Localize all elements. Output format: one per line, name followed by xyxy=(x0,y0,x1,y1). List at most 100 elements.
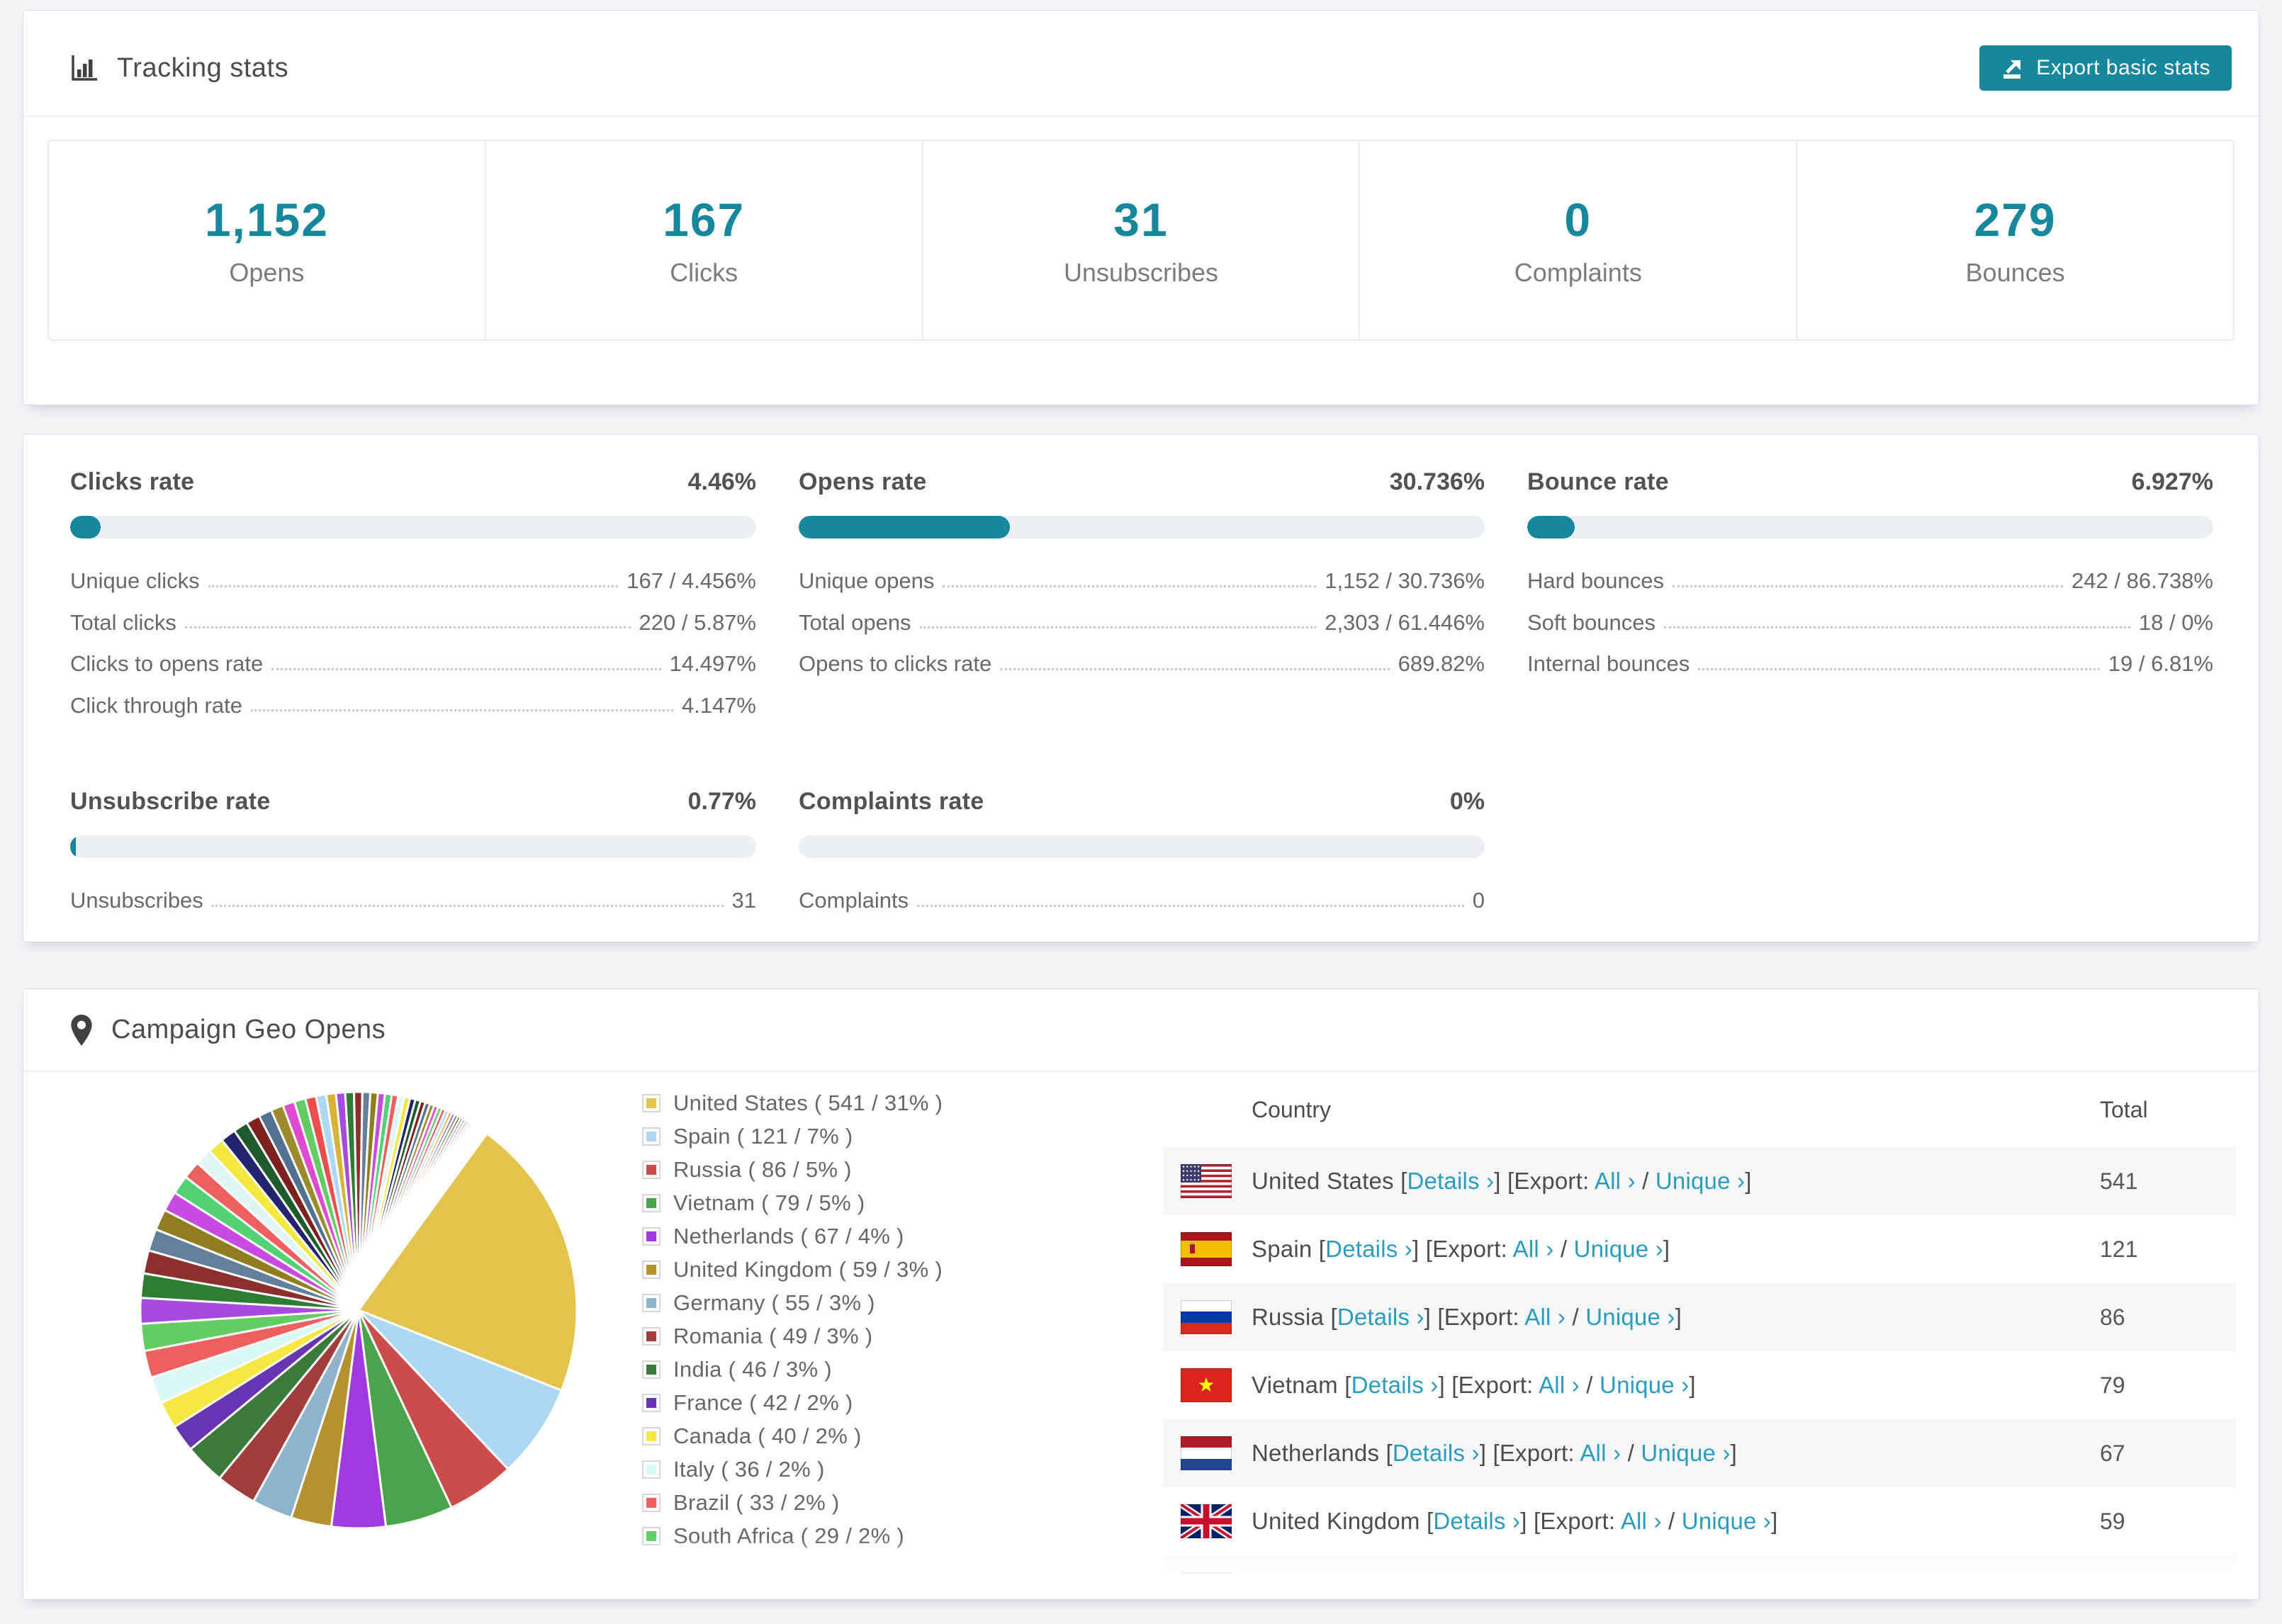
metric-label: Total clicks xyxy=(70,609,176,635)
rate-title: Bounce rate xyxy=(1527,468,1669,495)
legend-label: Romania ( 49 / 3% ) xyxy=(673,1324,873,1348)
metric-value: 4.147% xyxy=(681,692,756,718)
legend-item[interactable]: South Africa ( 29 / 2% ) xyxy=(642,1523,943,1549)
legend-item[interactable]: Russia ( 86 / 5% ) xyxy=(642,1157,943,1183)
geo-table-row: Netherlands [Details ›] [Export: All › /… xyxy=(1163,1419,2236,1487)
legend-item[interactable]: Germany ( 55 / 3% ) xyxy=(642,1290,943,1316)
metric-label: Opens to clicks rate xyxy=(799,651,992,677)
rate-title: Opens rate xyxy=(799,468,927,495)
progress-bar xyxy=(70,516,756,538)
legend-item[interactable]: Italy ( 36 / 2% ) xyxy=(642,1457,943,1482)
country-total: 541 xyxy=(2100,1168,2138,1194)
progress-bar xyxy=(70,835,756,859)
export-unique-link[interactable]: Unique › xyxy=(1600,1372,1689,1398)
metric-value: 689.82% xyxy=(1398,651,1485,677)
metric-value: 167 / 4.456% xyxy=(626,568,756,593)
country-total: 67 xyxy=(2100,1440,2125,1466)
export-all-link[interactable]: All › xyxy=(1549,1576,1590,1599)
legend-swatch xyxy=(642,1294,661,1312)
legend-swatch xyxy=(642,1527,661,1545)
legend-item[interactable]: France ( 42 / 2% ) xyxy=(642,1390,943,1416)
legend-item[interactable]: United States ( 541 / 31% ) xyxy=(642,1090,943,1116)
bar-chart-icon xyxy=(70,54,99,82)
geo-table-row: United States [Details ›] [Export: All ›… xyxy=(1163,1147,2236,1215)
legend-swatch xyxy=(642,1127,661,1146)
legend-label: United Kingdom ( 59 / 3% ) xyxy=(673,1257,943,1282)
rate-title: Unsubscribe rate xyxy=(70,788,271,816)
legend-swatch xyxy=(642,1327,661,1346)
map-pin-icon xyxy=(70,1014,93,1046)
flag-us-icon xyxy=(1181,1164,1232,1198)
country-name: United Kingdom xyxy=(1252,1508,1420,1534)
legend-swatch xyxy=(642,1094,661,1112)
flag-es-icon xyxy=(1181,1232,1232,1266)
rate-block-opens: Opens rate 30.736% Unique opens 1,152 / 3… xyxy=(799,468,1485,735)
export-basic-stats-button[interactable]: Export basic stats xyxy=(1979,45,2232,91)
tracking-stats-card: Tracking stats Export basic stats 1,152 … xyxy=(23,10,2259,405)
export-unique-link[interactable]: Unique › xyxy=(1574,1236,1663,1262)
stat-value: 279 xyxy=(1974,193,2057,246)
geo-title: Campaign Geo Opens xyxy=(111,1015,386,1044)
legend-item[interactable]: Netherlands ( 67 / 4% ) xyxy=(642,1224,943,1249)
export-all-link[interactable]: All › xyxy=(1524,1304,1566,1330)
geo-table-row: Spain [Details ›] [Export: All › / Uniqu… xyxy=(1163,1215,2236,1283)
progress-bar xyxy=(799,835,1485,859)
rate-block-bounce: Bounce rate 6.927% Hard bounces 242 / 86.… xyxy=(1527,468,2213,735)
metric-label: Complaints xyxy=(799,888,909,913)
legend-item[interactable]: Brazil ( 33 / 2% ) xyxy=(642,1490,943,1516)
metric-value: 14.497% xyxy=(669,651,756,677)
legend-item[interactable]: Spain ( 121 / 7% ) xyxy=(642,1124,943,1149)
metric-value: 242 / 86.738% xyxy=(2072,568,2213,593)
flag-de-icon xyxy=(1181,1572,1232,1599)
rate-value: 30.736% xyxy=(1389,468,1485,495)
country-name: United States xyxy=(1252,1168,1394,1194)
export-all-link[interactable]: All › xyxy=(1513,1236,1554,1262)
details-link[interactable]: Details › xyxy=(1393,1440,1480,1466)
legend-swatch xyxy=(642,1161,661,1179)
export-all-link[interactable]: All › xyxy=(1621,1508,1662,1534)
legend-item[interactable]: Canada ( 40 / 2% ) xyxy=(642,1423,943,1449)
details-link[interactable]: Details › xyxy=(1351,1372,1439,1398)
legend-item[interactable]: Romania ( 49 / 3% ) xyxy=(642,1324,943,1349)
export-unique-link[interactable]: Unique › xyxy=(1656,1168,1745,1194)
legend-label: Russia ( 86 / 5% ) xyxy=(673,1157,852,1182)
rate-block-complaints: Complaints rate 0% Complaints 0 xyxy=(799,788,1485,931)
export-unique-link[interactable]: Unique › xyxy=(1682,1508,1771,1534)
legend-label: France ( 42 / 2% ) xyxy=(673,1390,853,1415)
progress-bar xyxy=(799,516,1485,538)
legend-swatch xyxy=(642,1227,661,1246)
legend-item[interactable]: United Kingdom ( 59 / 3% ) xyxy=(642,1257,943,1282)
export-all-link[interactable]: All › xyxy=(1580,1440,1621,1466)
details-link[interactable]: Details › xyxy=(1433,1508,1520,1534)
export-all-link[interactable]: All › xyxy=(1539,1372,1580,1398)
stat-label: Opens xyxy=(229,258,305,287)
stat-label: Bounces xyxy=(1965,258,2065,287)
export-unique-link[interactable]: Unique › xyxy=(1641,1440,1730,1466)
export-icon xyxy=(2001,56,2025,80)
legend-swatch xyxy=(642,1194,661,1212)
details-link[interactable]: Details › xyxy=(1362,1576,1449,1599)
legend-item[interactable]: Vietnam ( 79 / 5% ) xyxy=(642,1190,943,1216)
country-name: Spain xyxy=(1252,1236,1313,1262)
details-link[interactable]: Details › xyxy=(1337,1304,1424,1330)
metric-value: 31 xyxy=(731,888,756,913)
export-all-link[interactable]: All › xyxy=(1595,1168,1636,1194)
details-link[interactable]: Details › xyxy=(1407,1168,1494,1194)
legend-swatch xyxy=(642,1394,661,1412)
legend-label: South Africa ( 29 / 2% ) xyxy=(673,1523,904,1548)
metric-label: Unique opens xyxy=(799,568,935,593)
export-unique-link[interactable]: Unique › xyxy=(1585,1304,1675,1330)
metric-label: Hard bounces xyxy=(1527,568,1665,593)
stat-value: 0 xyxy=(1564,193,1592,246)
metric-value: 18 / 0% xyxy=(2138,609,2213,635)
column-header-total: Total xyxy=(2100,1096,2148,1122)
export-unique-link[interactable]: Unique › xyxy=(1610,1576,1699,1599)
geo-table-row: Vietnam [Details ›] [Export: All › / Uni… xyxy=(1163,1351,2236,1419)
geo-table-row: Germany [Details ›] [Export: All › / Uni… xyxy=(1163,1555,2236,1599)
country-total: 86 xyxy=(2100,1304,2125,1330)
details-link[interactable]: Details › xyxy=(1325,1236,1412,1262)
country-total: 59 xyxy=(2100,1508,2125,1534)
legend-item[interactable]: India ( 46 / 3% ) xyxy=(642,1357,943,1382)
geo-pie-chart[interactable] xyxy=(132,1083,585,1537)
flag-vn-icon xyxy=(1181,1368,1232,1402)
